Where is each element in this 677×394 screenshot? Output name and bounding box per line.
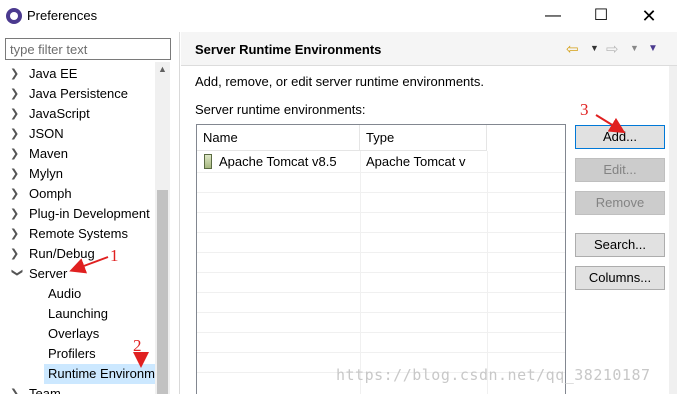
tree-item-server[interactable]: ❯ Server: [0, 264, 155, 284]
tree-item-label: Profilers: [48, 346, 96, 361]
chevron-right-icon[interactable]: ❯: [10, 144, 22, 164]
tree-scroll-thumb[interactable]: [157, 190, 168, 394]
tree-item-label: Run/Debug: [29, 246, 95, 261]
chevron-right-icon[interactable]: ❯: [10, 244, 22, 264]
scroll-up-icon[interactable]: ▲: [155, 64, 170, 74]
tree-item-java-persistence[interactable]: ❯ Java Persistence: [0, 84, 155, 104]
row-divider: [197, 172, 565, 173]
tree-item-audio[interactable]: Audio: [0, 284, 155, 304]
back-arrow-icon[interactable]: ⇦: [566, 40, 579, 58]
columns-button[interactable]: Columns...: [575, 266, 665, 290]
tree-item-label: Server: [29, 266, 68, 281]
tree-item-label: Plug-in Development: [29, 206, 150, 221]
forward-dropdown-icon[interactable]: ▼: [630, 43, 639, 53]
pane-divider[interactable]: [179, 32, 180, 394]
watermark: https://blog.csdn.net/qq_38210187: [336, 366, 651, 384]
tree-item-oomph[interactable]: ❯ Oomph: [0, 184, 155, 204]
chevron-right-icon[interactable]: ❯: [10, 224, 22, 244]
server-icon: [204, 154, 212, 169]
tree-item-team[interactable]: ❯ Team: [0, 384, 155, 394]
page-title: Server Runtime Environments: [195, 42, 382, 57]
maximize-button[interactable]: ☐: [578, 0, 624, 32]
chevron-right-icon[interactable]: ❯: [10, 124, 22, 144]
tree-item-label: Team: [29, 386, 61, 394]
edit-button[interactable]: Edit...: [575, 158, 665, 182]
tree-item-label: JavaScript: [29, 106, 90, 121]
add-button[interactable]: Add...: [575, 125, 665, 149]
table-row-type[interactable]: Apache Tomcat v: [366, 152, 486, 172]
tree-item-plugin-development[interactable]: ❯ Plug-in Development: [0, 204, 155, 224]
title-bar: Preferences — ☐ ✕: [0, 0, 677, 32]
filter-input[interactable]: [5, 38, 171, 60]
tree-item-mylyn[interactable]: ❯ Mylyn: [0, 164, 155, 184]
eclipse-icon: [6, 8, 22, 24]
tree-item-label: Mylyn: [29, 166, 63, 181]
annotation-2: 2: [133, 336, 142, 355]
window-title: Preferences: [27, 8, 98, 23]
tree-item-remote-systems[interactable]: ❯ Remote Systems: [0, 224, 155, 244]
runtime-list-label: Server runtime environments:: [195, 102, 366, 117]
row-divider: [197, 352, 565, 353]
tree-item-json[interactable]: ❯ JSON: [0, 124, 155, 144]
page-description: Add, remove, or edit server runtime envi…: [195, 74, 485, 89]
tree-item-java-ee[interactable]: ❯ Java EE: [0, 64, 155, 84]
row-divider: [197, 332, 565, 333]
remove-button[interactable]: Remove: [575, 191, 665, 215]
chevron-right-icon[interactable]: ❯: [10, 164, 22, 184]
tree-item-label: Launching: [48, 306, 108, 321]
page-scrollbar[interactable]: [669, 66, 677, 394]
tree-item-run-debug[interactable]: ❯ Run/Debug: [0, 244, 155, 264]
tree-item-overlays[interactable]: Overlays: [0, 324, 155, 344]
view-menu-icon[interactable]: ▼: [648, 43, 658, 54]
tree-item-profilers[interactable]: Profilers: [0, 344, 155, 364]
chevron-right-icon[interactable]: ❯: [10, 204, 22, 224]
runtime-table[interactable]: Name Type Apache Tomcat v8.5 Apache Tomc…: [196, 124, 566, 394]
chevron-right-icon[interactable]: ❯: [10, 84, 22, 104]
tree-item-label: Oomph: [29, 186, 72, 201]
tree-item-label: Runtime Environm: [48, 366, 155, 381]
close-button[interactable]: ✕: [626, 0, 672, 32]
row-divider: [197, 292, 565, 293]
back-dropdown-icon[interactable]: ▼: [590, 43, 599, 53]
search-button[interactable]: Search...: [575, 233, 665, 257]
row-divider: [197, 272, 565, 273]
forward-arrow-icon[interactable]: ⇨: [606, 40, 619, 58]
annotation-1: 1: [110, 246, 119, 265]
tree-item-label: JSON: [29, 126, 64, 141]
tree-item-runtime-environments[interactable]: Runtime Environm: [44, 364, 155, 384]
row-divider: [197, 312, 565, 313]
tree-item-javascript[interactable]: ❯ JavaScript: [0, 104, 155, 124]
tree-item-label: Overlays: [48, 326, 100, 341]
chevron-right-icon[interactable]: ❯: [10, 104, 22, 124]
table-row-name[interactable]: Apache Tomcat v8.5: [219, 152, 359, 172]
annotation-3: 3: [580, 100, 589, 119]
chevron-down-icon[interactable]: ❯: [7, 268, 27, 280]
tree-item-label: Java EE: [29, 66, 78, 81]
chevron-right-icon[interactable]: ❯: [10, 64, 22, 84]
chevron-right-icon[interactable]: ❯: [10, 384, 22, 394]
tree-item-label: Java Persistence: [29, 86, 128, 101]
preferences-tree: ❯ Java EE ❯ Java Persistence ❯ JavaScrip…: [0, 62, 155, 394]
tree-item-label: Audio: [48, 286, 82, 301]
row-divider: [197, 252, 565, 253]
column-header-name[interactable]: Name: [197, 125, 360, 151]
tree-item-label: Remote Systems: [29, 226, 128, 241]
column-header-type[interactable]: Type: [360, 125, 487, 151]
chevron-right-icon[interactable]: ❯: [10, 184, 22, 204]
tree-item-maven[interactable]: ❯ Maven: [0, 144, 155, 164]
minimize-button[interactable]: —: [530, 0, 576, 32]
row-divider: [197, 212, 565, 213]
row-divider: [197, 192, 565, 193]
tree-item-launching[interactable]: Launching: [0, 304, 155, 324]
row-divider: [197, 232, 565, 233]
tree-item-label: Maven: [29, 146, 69, 161]
